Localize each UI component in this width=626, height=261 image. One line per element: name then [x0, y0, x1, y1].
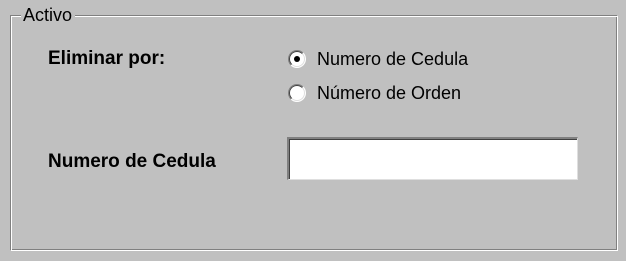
radio-button-icon[interactable] [288, 50, 306, 68]
radio-label-cedula[interactable]: Numero de Cedula [317, 47, 468, 71]
cedula-input[interactable] [287, 137, 578, 180]
radio-numero-de-cedula[interactable]: Numero de Cedula [288, 47, 468, 71]
groupbox-title: Activo [21, 4, 76, 26]
delete-by-label: Eliminar por: [48, 48, 166, 69]
radio-button-icon[interactable] [288, 84, 306, 102]
radio-label-orden[interactable]: Número de Orden [317, 81, 461, 105]
radio-numero-de-orden[interactable]: Número de Orden [288, 81, 461, 105]
cedula-field-label: Numero de Cedula [48, 151, 216, 172]
